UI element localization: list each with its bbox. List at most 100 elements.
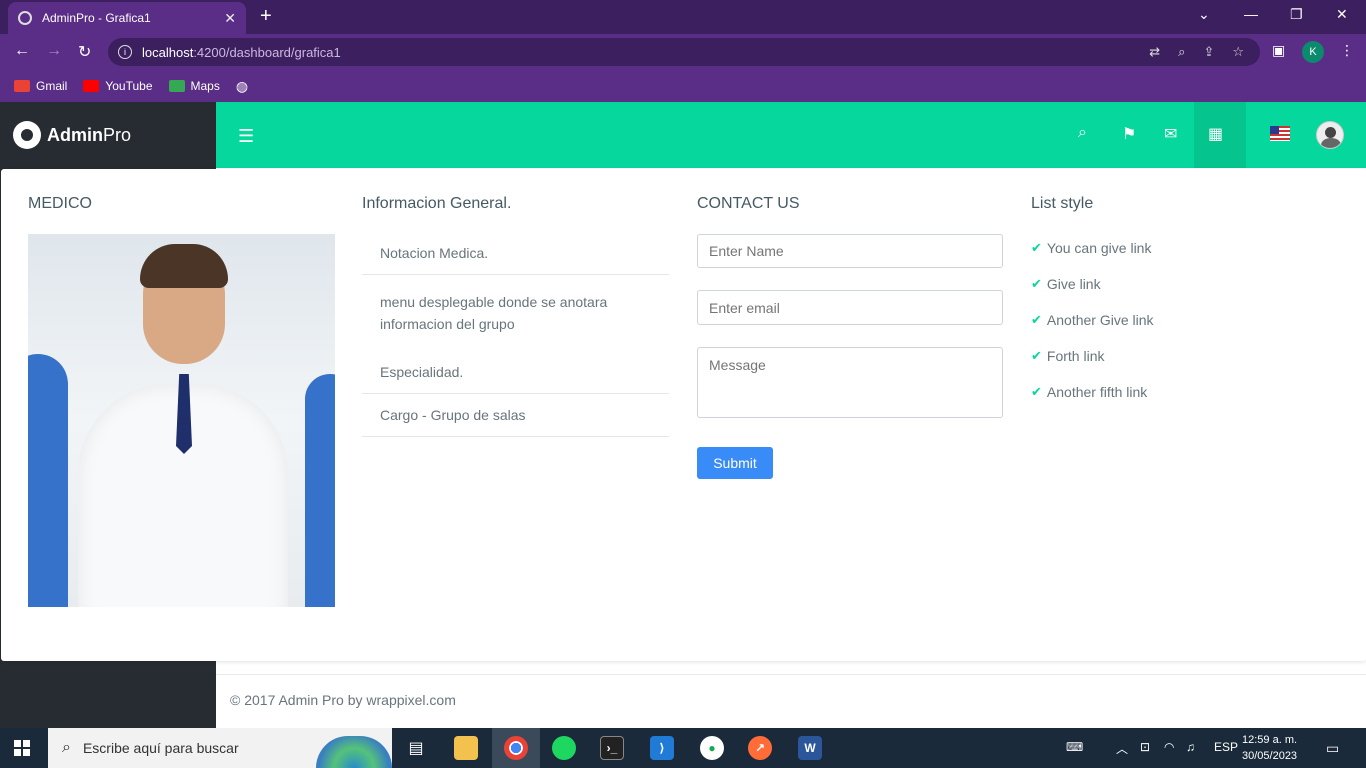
new-tab-button[interactable]: +	[260, 6, 272, 26]
language-flag-icon[interactable]	[1270, 126, 1290, 141]
profile-avatar[interactable]: K	[1302, 41, 1324, 63]
list-item-label: Give link	[1046, 276, 1101, 292]
check-icon: ✔	[1031, 276, 1042, 291]
site-info-icon[interactable]: i	[118, 45, 132, 59]
youtube-icon	[83, 80, 100, 92]
list-item[interactable]: Cargo - Grupo de salas	[362, 394, 669, 437]
logo-text: AdminPro	[47, 124, 132, 145]
translate-icon[interactable]: ⇄	[1149, 44, 1160, 60]
page-footer: © 2017 Admin Pro by wrappixel.com	[216, 674, 1366, 728]
keyboard-icon[interactable]: ⌨	[1066, 740, 1083, 754]
list-item[interactable]: ✔ You can give link	[1031, 240, 1154, 276]
info-general-title: Informacion General.	[362, 195, 512, 212]
app-logo[interactable]: AdminPro	[0, 102, 216, 168]
list-item[interactable]: ✔ Forth link	[1031, 348, 1154, 384]
notification-center-icon[interactable]: ▭	[1326, 740, 1339, 757]
list-item[interactable]: Especialidad.	[362, 351, 669, 394]
email-input[interactable]	[697, 290, 1003, 325]
doctor-image	[28, 234, 335, 607]
taskbar-search[interactable]: ⌕ Escribe aquí para buscar	[48, 728, 392, 768]
check-icon: ✔	[1031, 384, 1042, 399]
list-item[interactable]: ✔ Another Give link	[1031, 312, 1154, 348]
check-icon: ✔	[1031, 348, 1042, 363]
check-icon: ✔	[1031, 312, 1042, 327]
name-input[interactable]	[697, 234, 1003, 268]
chrome-icon[interactable]	[504, 736, 528, 760]
notifications-icon[interactable]: ⚑	[1122, 124, 1136, 144]
hamburger-menu-icon[interactable]: ☰	[238, 126, 254, 147]
wifi-icon[interactable]: ◠	[1164, 740, 1174, 754]
language-indicator[interactable]: ESP	[1214, 740, 1238, 754]
word-icon[interactable]: W	[798, 736, 822, 760]
close-window-icon[interactable]: ✕	[1336, 6, 1348, 23]
tab-favicon-icon	[18, 11, 32, 25]
bookmark-label: Maps	[190, 79, 220, 93]
submit-button[interactable]: Submit	[697, 447, 773, 479]
tab-title: AdminPro - Grafica1	[42, 11, 151, 25]
minimize-icon[interactable]: —	[1244, 6, 1258, 22]
message-textarea[interactable]	[697, 347, 1003, 418]
task-view-icon[interactable]: ▤	[404, 736, 428, 760]
list-item-label: Another Give link	[1046, 312, 1154, 328]
mongodb-compass-icon[interactable]: ●	[700, 736, 724, 760]
bookmark-gmail[interactable]: Gmail	[14, 79, 67, 93]
bookmark-label: Gmail	[36, 79, 68, 93]
reload-icon[interactable]: ↻	[78, 42, 91, 62]
search-icon: ⌕	[62, 739, 71, 756]
url-host: localhost	[142, 44, 194, 60]
taskbar-clock[interactable]: 12:59 a. m. 30/05/2023	[1242, 732, 1297, 764]
clock-time: 12:59 a. m.	[1242, 734, 1298, 746]
browser-tab[interactable]: AdminPro - Grafica1 ✕	[8, 2, 246, 34]
user-avatar[interactable]	[1316, 121, 1344, 149]
zoom-icon[interactable]: ⌕	[1178, 44, 1185, 60]
share-icon[interactable]: ⇪	[1203, 44, 1214, 60]
info-general-list: Notacion Medica. menu desplegable donde …	[362, 232, 669, 437]
clock-date: 30/05/2023	[1242, 750, 1298, 762]
url-path: :4200/dashboard/grafica1	[193, 44, 341, 60]
list-item[interactable]: Notacion Medica.	[362, 232, 669, 275]
restore-icon[interactable]: ❐	[1290, 6, 1303, 23]
bookmark-maps[interactable]: Maps	[168, 79, 220, 93]
taskbar-search-placeholder: Escribe aquí para buscar	[82, 740, 239, 756]
list-item[interactable]: ✔ Give link	[1031, 276, 1154, 312]
tab-close-icon[interactable]: ✕	[224, 10, 236, 27]
list-item[interactable]: ✔ Another fifth link	[1031, 384, 1154, 420]
list-style-title: List style	[1031, 195, 1094, 212]
browser-toolbar: ← → ↻ i localhost:4200/dashboard/grafica…	[0, 34, 1366, 70]
terminal-icon[interactable]: ›_	[600, 736, 624, 760]
device-icon[interactable]: ⊡	[1140, 740, 1150, 754]
browser-menu-icon[interactable]: ⋮	[1340, 42, 1354, 59]
bookmarks-bar: Gmail YouTube Maps ◍	[0, 70, 1366, 102]
messages-icon[interactable]: ✉	[1164, 124, 1177, 144]
maps-icon	[168, 80, 185, 92]
omnibox-actions: ⇄ ⌕ ⇪ ☆	[1149, 44, 1244, 60]
browser-tab-strip: AdminPro - Grafica1 ✕ + ⌄ — ❐ ✕	[0, 0, 1366, 34]
medico-title: MEDICO	[28, 195, 92, 212]
list-item-label: Another fifth link	[1046, 384, 1148, 400]
forward-icon[interactable]: →	[46, 42, 62, 60]
vscode-icon[interactable]: ⟩	[650, 736, 674, 760]
bookmark-star-icon[interactable]: ☆	[1232, 44, 1244, 60]
bookmark-globe[interactable]: ◍	[236, 78, 248, 95]
search-icon[interactable]: ⌕	[1078, 124, 1087, 142]
volume-icon[interactable]: ♫	[1186, 740, 1195, 754]
list-item-label: Forth link	[1046, 348, 1105, 364]
show-hidden-icons-icon[interactable]: ︿	[1116, 740, 1128, 757]
back-icon[interactable]: ←	[14, 42, 30, 60]
apps-grid-icon[interactable]: ▦	[1208, 124, 1223, 144]
contact-title: CONTACT US	[697, 195, 800, 212]
side-panel-icon[interactable]: ▣	[1272, 42, 1285, 59]
windows-taskbar: ⌕ Escribe aquí para buscar ▤ ›_ ⟩ ● ↗ W …	[0, 728, 1366, 768]
spotify-icon[interactable]	[552, 736, 576, 760]
postman-icon[interactable]: ↗	[748, 736, 772, 760]
search-highlight-art	[316, 736, 392, 768]
list-item[interactable]: menu desplegable donde se anotara inform…	[362, 275, 669, 351]
address-bar[interactable]: i localhost:4200/dashboard/grafica1 ⇄ ⌕ …	[108, 38, 1260, 66]
tab-search-icon[interactable]: ⌄	[1198, 6, 1210, 23]
windows-start-icon[interactable]	[14, 740, 30, 756]
app-topbar: ☰ ⌕ ⚑ ✉ ▦	[216, 102, 1366, 168]
check-icon: ✔	[1031, 240, 1042, 255]
bookmark-youtube[interactable]: YouTube	[83, 79, 153, 93]
bookmark-label: YouTube	[105, 79, 153, 93]
file-explorer-icon[interactable]	[454, 736, 478, 760]
